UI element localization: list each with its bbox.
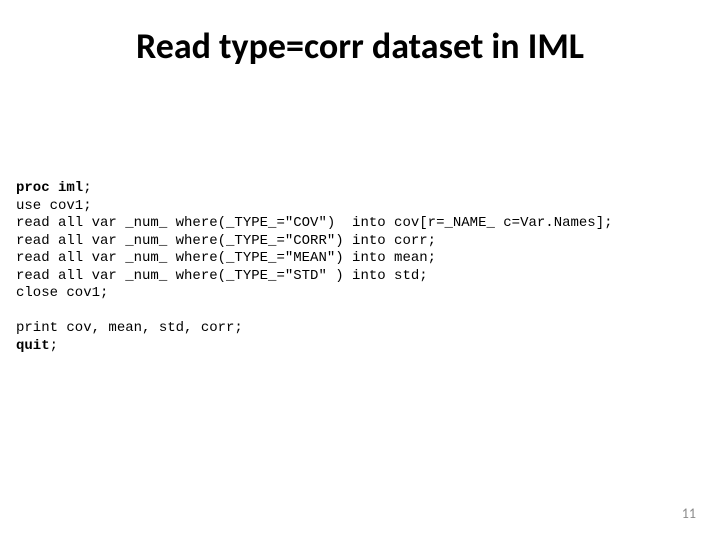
code-line-9: print cov, mean, std, corr; (16, 320, 243, 336)
code-line-6: read all var _num_ where(_TYPE_="STD" ) … (16, 268, 428, 284)
code-kw-proc-iml: proc iml (16, 180, 83, 196)
code-line-7: close cov1; (16, 285, 108, 301)
slide: Read type=corr dataset in IML proc iml; … (0, 0, 720, 540)
slide-title: Read type=corr dataset in IML (0, 24, 720, 68)
code-line-2: use cov1; (16, 198, 92, 214)
code-block: proc iml; use cov1; read all var _num_ w… (16, 180, 704, 355)
code-line-10b: ; (50, 338, 58, 354)
code-line-4: read all var _num_ where(_TYPE_="CORR") … (16, 233, 436, 249)
page-number: 11 (682, 505, 696, 522)
code-line-1b: ; (83, 180, 91, 196)
code-line-5: read all var _num_ where(_TYPE_="MEAN") … (16, 250, 436, 266)
code-line-3: read all var _num_ where(_TYPE_="COV") i… (16, 215, 613, 231)
code-kw-quit: quit (16, 338, 50, 354)
